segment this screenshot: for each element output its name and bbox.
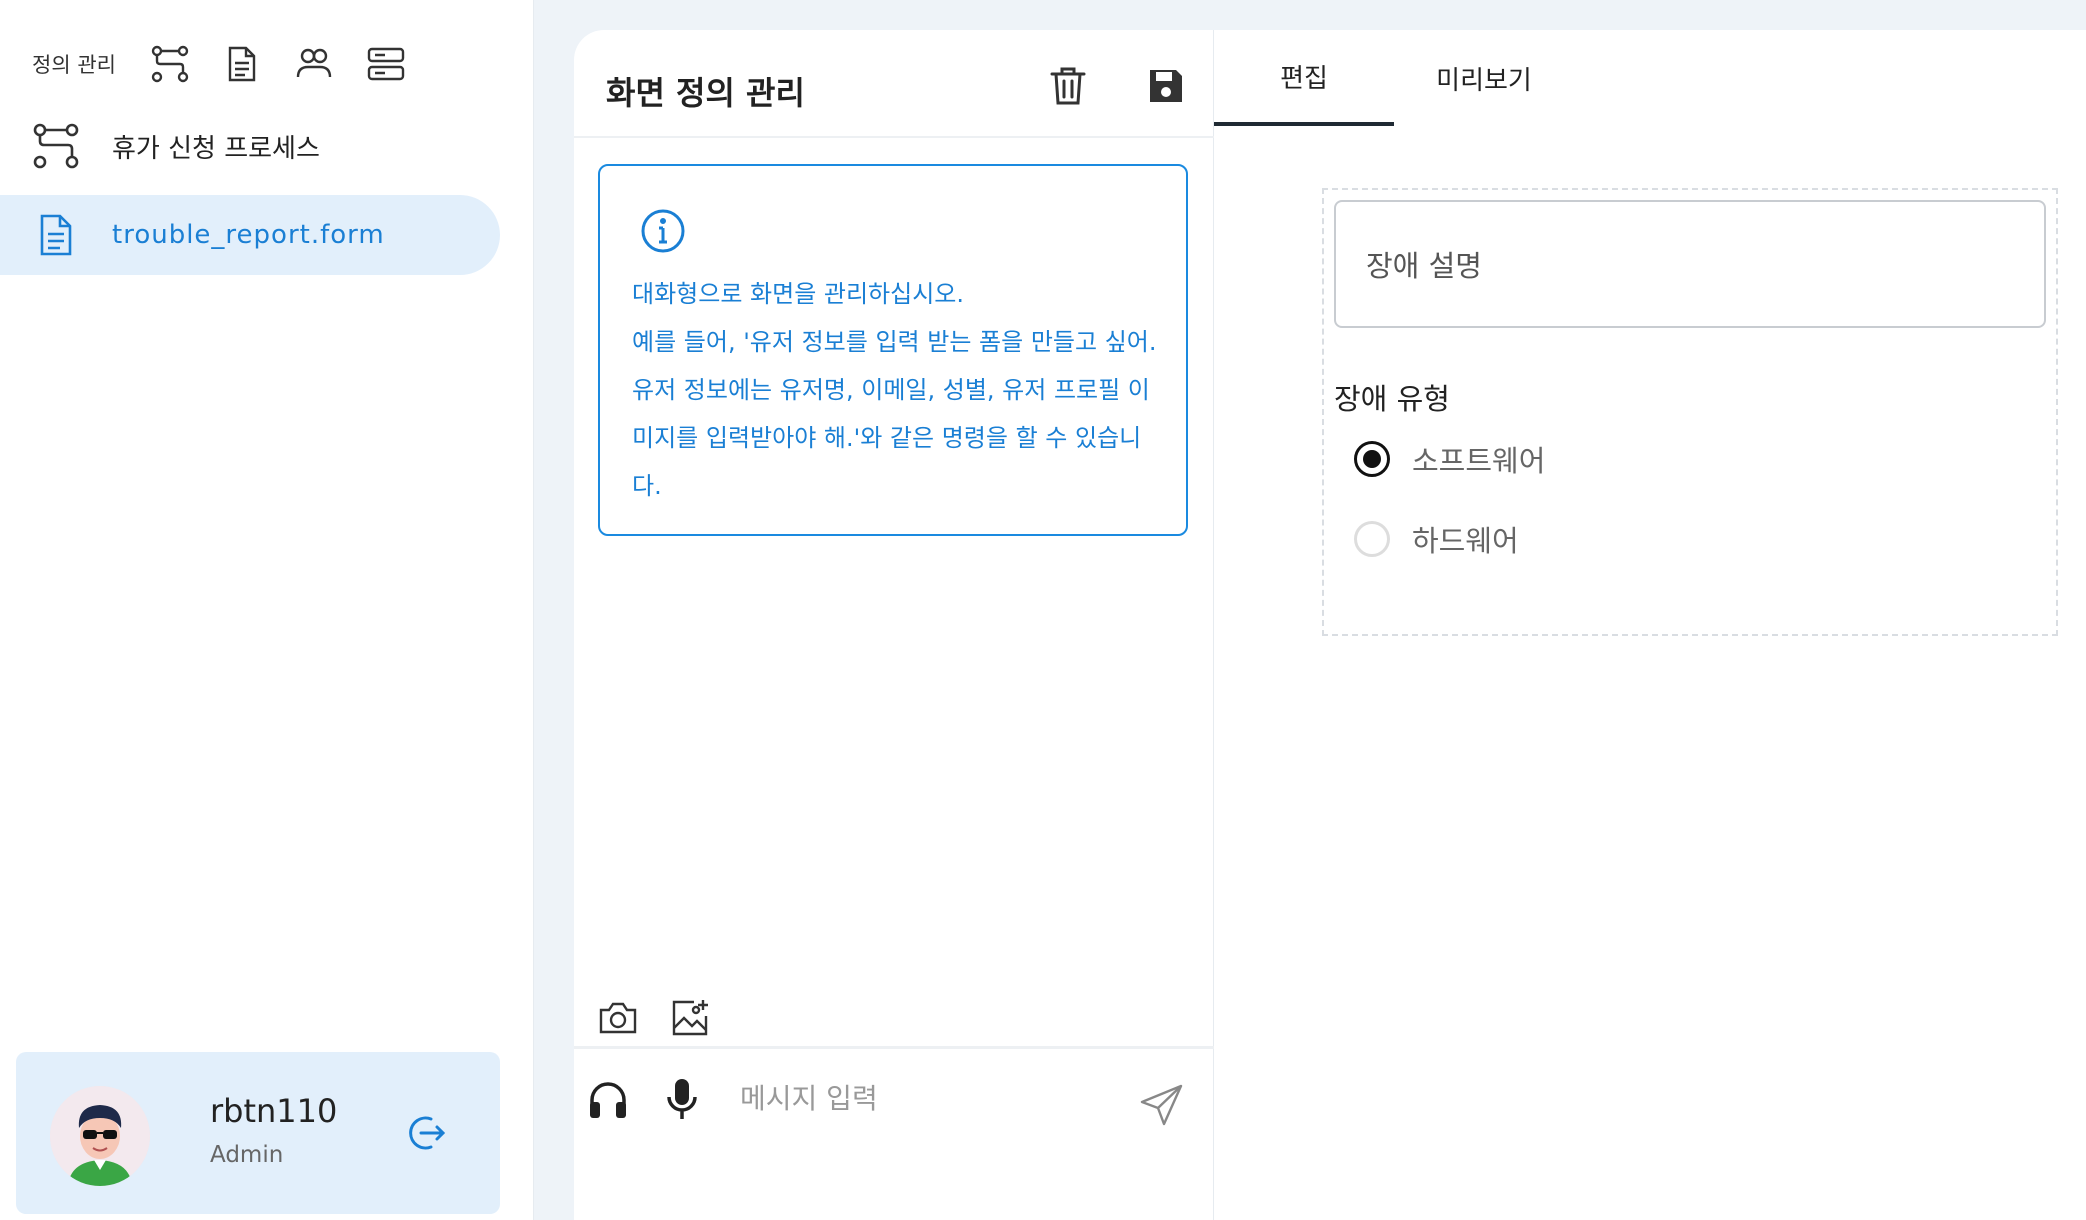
form-definition-icon[interactable] [206, 40, 278, 88]
logout-icon[interactable] [404, 1110, 450, 1156]
microphone-icon[interactable] [656, 1073, 708, 1125]
chat-header: 화면 정의 관리 [574, 30, 1214, 138]
message-input[interactable] [740, 1073, 1100, 1123]
server-icon[interactable] [350, 40, 422, 88]
info-text: 대화형으로 화면을 관리하십시오. 예를 들어, '유저 정보를 입력 받는 폼… [632, 270, 1162, 510]
radio-group-label: 장애 유형 [1334, 382, 1450, 416]
camera-icon[interactable] [592, 992, 644, 1044]
page-title: 화면 정의 관리 [606, 74, 805, 112]
image-add-icon[interactable] [664, 992, 716, 1044]
delete-button[interactable] [1040, 58, 1096, 114]
form-canvas[interactable]: 장애 설명 장애 유형 소프트웨어 하드웨어 [1322, 188, 2058, 636]
info-line: 대화형으로 화면을 관리하십시오. [632, 280, 965, 308]
avatar [50, 1086, 150, 1186]
sidebar-item-label: 휴가 신청 프로세스 [112, 133, 320, 164]
radio-button-checked[interactable] [1354, 441, 1390, 477]
radio-label: 소프트웨어 [1412, 444, 1546, 478]
radio-button[interactable] [1354, 521, 1390, 557]
sidebar-item-vacation-process[interactable]: 휴가 신청 프로세스 [0, 106, 500, 186]
sidebar-item-label: trouble_report.form [112, 220, 385, 250]
field-label: 장애 설명 [1366, 249, 1482, 283]
radio-label: 하드웨어 [1412, 524, 1519, 558]
radio-option-software[interactable]: 소프트웨어 [1354, 434, 1545, 484]
tab-preview[interactable]: 미리보기 [1394, 30, 1574, 126]
user-card: rbtn110 Admin [16, 1052, 500, 1214]
tab-edit[interactable]: 편집 [1214, 30, 1394, 126]
send-icon[interactable] [1136, 1079, 1188, 1131]
radio-option-hardware[interactable]: 하드웨어 [1354, 514, 1519, 564]
process-definition-icon[interactable] [134, 40, 206, 88]
user-role: Admin [210, 1142, 284, 1168]
sidebar: 정의 관리 휴가 신청 프로세스 trouble_report.form rbt… [0, 0, 534, 1220]
info-line: 예를 들어, '유저 정보를 입력 받는 폼을 만들고 싶어. 유저 정보에는 … [632, 328, 1157, 500]
description-field[interactable]: 장애 설명 [1334, 200, 2046, 328]
save-button[interactable] [1138, 58, 1194, 114]
headphones-icon[interactable] [582, 1073, 634, 1125]
organization-icon[interactable] [278, 40, 350, 88]
user-name: rbtn110 [210, 1092, 338, 1130]
editor-panel: 편집 미리보기 장애 설명 장애 유형 소프트웨어 하드웨어 [1214, 30, 2086, 1220]
chat-panel: 화면 정의 관리 대화형으로 화면을 관리하십시오. 예를 들어, '유저 정보… [574, 30, 1214, 1220]
editor-tabs: 편집 미리보기 [1214, 30, 2086, 126]
sidebar-item-trouble-report[interactable]: trouble_report.form [0, 195, 500, 275]
sidebar-title: 정의 관리 [32, 53, 116, 77]
document-icon [32, 211, 80, 259]
process-icon [32, 122, 80, 170]
sidebar-header: 정의 관리 [32, 40, 422, 88]
message-input-bar [574, 1046, 1214, 1220]
info-icon [640, 208, 686, 258]
info-box: 대화형으로 화면을 관리하십시오. 예를 들어, '유저 정보를 입력 받는 폼… [598, 164, 1188, 536]
attachment-toolbar [592, 992, 716, 1044]
